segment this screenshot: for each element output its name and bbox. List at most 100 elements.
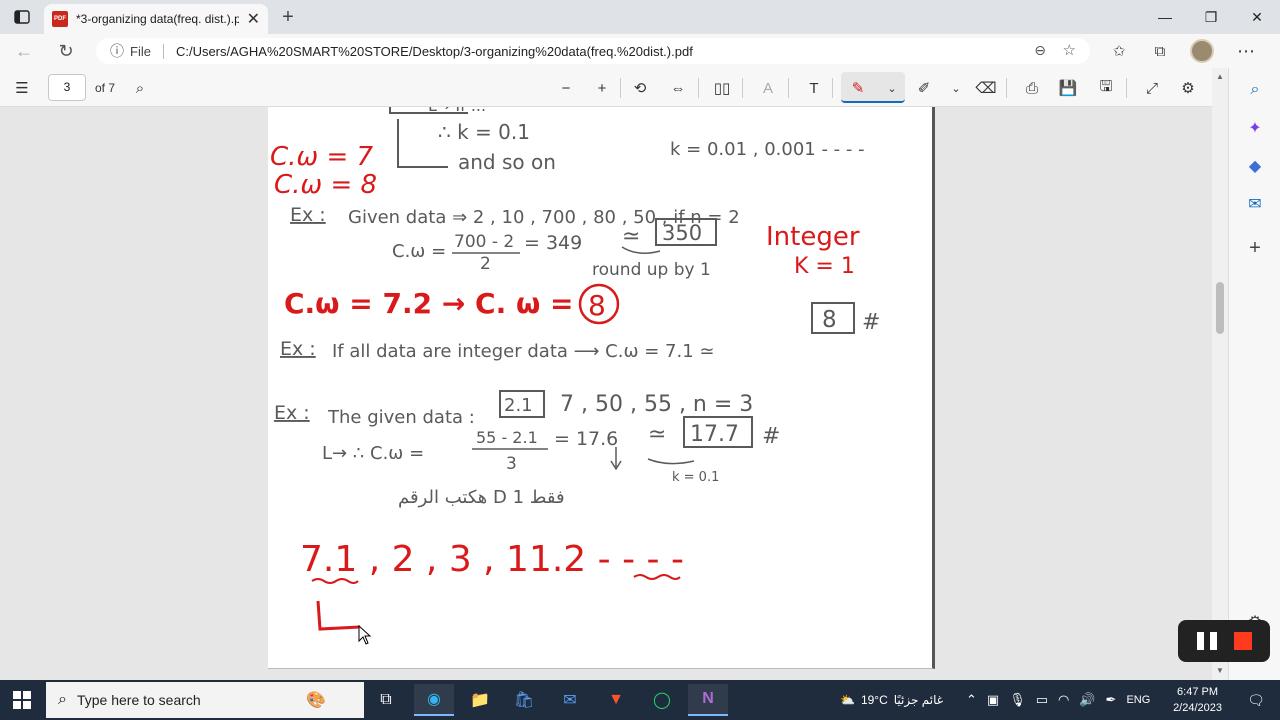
ex3-frac-num: 55 - 2.1 <box>476 428 538 447</box>
system-clock[interactable]: 6:47 PM 2/24/2023 <box>1173 684 1222 716</box>
fit-width-icon[interactable]: ⇔ <box>666 76 690 100</box>
ex1-note: round up by 1 <box>592 260 711 280</box>
battery-icon[interactable]: ▭ <box>1036 692 1048 708</box>
search-icon[interactable]: ⌕ <box>128 76 152 100</box>
eraser-icon[interactable]: ⌫ <box>974 76 998 100</box>
integer-label: Integer <box>766 222 860 252</box>
ex1-approx: ≃ <box>622 224 640 249</box>
scroll-up-icon[interactable]: ▲ <box>1212 70 1228 84</box>
scroll-down-icon[interactable]: ▼ <box>1212 664 1228 678</box>
zoom-icon[interactable]: ⊖ <box>1034 42 1046 59</box>
pdf-document-area: L→ If ... ∴ k = 0.1 and so on k = 0.01 ,… <box>0 107 1228 680</box>
ex3-text-a: The given data : <box>327 407 475 428</box>
edge-browser-icon[interactable]: ◉ <box>414 684 454 716</box>
url-field[interactable]: ⓘ File C:/Users/AGHA%20SMART%20STORE/Des… <box>96 38 1090 64</box>
search-placeholder: Type here to search <box>76 692 201 708</box>
volume-icon[interactable]: 🔊 <box>1079 692 1095 708</box>
save-as-icon[interactable]: 🖫 <box>1094 76 1118 100</box>
browser-tab[interactable]: PDF *3-organizing data(freq. dist.).pdf … <box>44 4 268 34</box>
back-button[interactable]: ← <box>10 39 38 63</box>
fullscreen-icon[interactable]: ⤢ <box>1140 76 1164 100</box>
title-bar: PDF *3-organizing data(freq. dist.).pdf … <box>0 0 1280 34</box>
ex3-boxed-value: 17.7 <box>690 422 739 447</box>
ex3-text-b: 7 , 50 , 55 , n = 3 <box>560 392 753 417</box>
read-aloud-icon[interactable]: A <box>756 76 780 100</box>
info-icon[interactable]: ⓘ <box>110 41 124 61</box>
ex3-k-note: k = 0.1 <box>672 470 719 485</box>
tab-close-icon[interactable]: ✕ <box>247 9 260 29</box>
widget-art-icon[interactable]: 🎨 <box>296 684 336 716</box>
highlight-icon[interactable]: ✐ <box>912 76 936 100</box>
ex1-calc-right: = 349 <box>524 232 582 254</box>
language-indicator[interactable]: ENG <box>1126 694 1150 706</box>
sidebar-search-icon[interactable]: ⌕ <box>1241 76 1269 104</box>
favorite-star-icon[interactable]: ☆ <box>1063 41 1076 59</box>
sidebar-shopping-icon[interactable]: ◆ <box>1241 152 1269 180</box>
microsoft-store-icon[interactable]: 🛍 <box>504 684 544 716</box>
screen-recorder-controls <box>1178 620 1270 662</box>
pdf-file-icon: PDF <box>52 11 68 27</box>
close-window-button[interactable]: ✕ <box>1234 0 1280 34</box>
microphone-icon[interactable]: 🎙 <box>1009 692 1026 708</box>
draw-options-chevron-icon[interactable]: ⌄ <box>880 76 904 100</box>
note-line3b: k = 0.01 , 0.001 - - - - <box>670 139 865 160</box>
note-line1: L→ If ... <box>428 107 486 115</box>
whatsapp-icon[interactable]: ◯ <box>642 684 682 716</box>
vertical-scrollbar[interactable]: ▲ ▼ <box>1212 68 1228 680</box>
stop-recording-button[interactable] <box>1233 632 1252 650</box>
url-text[interactable]: C:/Users/AGHA%20SMART%20STORE/Desktop/3-… <box>176 44 693 59</box>
windows-taskbar: ⌕ Type here to search 🎨 ⧉ ◉ 📁 🛍 ✉ ▼ ◯ N … <box>0 680 1280 720</box>
sidebar-copilot-icon[interactable]: ✦ <box>1241 114 1269 142</box>
network-icon[interactable]: ◠ <box>1058 692 1069 708</box>
restore-button[interactable]: ❐ <box>1188 0 1234 34</box>
onenote-icon[interactable]: N <box>688 684 728 716</box>
start-button[interactable] <box>8 686 36 714</box>
profile-avatar[interactable] <box>1190 39 1214 63</box>
rotate-icon[interactable]: ⟲ <box>628 76 652 100</box>
sidebar-add-icon[interactable]: + <box>1241 234 1269 262</box>
task-view-icon[interactable]: ⧉ <box>366 684 406 716</box>
brave-browser-icon[interactable]: ▼ <box>596 684 636 716</box>
ex2-text: If all data are integer data ⟶ C.ω = 7.1… <box>332 341 715 362</box>
file-explorer-icon[interactable]: 📁 <box>460 684 500 716</box>
favorites-icon[interactable]: ✩ <box>1105 39 1133 63</box>
weather-temperature[interactable]: 19°C <box>861 693 888 707</box>
arabic-note: هكتب الرقم D 1 فقط <box>398 487 565 508</box>
tab-title: *3-organizing data(freq. dist.).pdf <box>76 12 239 26</box>
save-icon[interactable]: 💾 <box>1056 76 1080 100</box>
ex3-calc-right: = 17.6 <box>554 428 618 450</box>
meet-now-icon[interactable]: ▣ <box>987 692 999 708</box>
pen-icon[interactable]: ✒ <box>1106 692 1117 708</box>
print-icon[interactable]: ⎙ <box>1020 76 1044 100</box>
zoom-out-icon[interactable]: − <box>554 76 578 100</box>
mail-icon[interactable]: ✉ <box>550 684 590 716</box>
contents-list-icon[interactable]: ☰ <box>10 76 34 100</box>
note-line3: and so on <box>458 150 556 174</box>
show-hidden-icons-icon[interactable]: ⌃ <box>966 692 977 708</box>
windows-logo-icon <box>13 691 31 709</box>
weather-description[interactable]: غائم جزئيًا <box>894 693 943 707</box>
sidebar-outlook-icon[interactable]: ✉ <box>1241 190 1269 218</box>
zoom-in-icon[interactable]: + <box>590 76 614 100</box>
edge-sidebar: ⌕ ✦ ◆ ✉ + ⚙ <box>1228 68 1280 680</box>
settings-gear-icon[interactable]: ⚙ <box>1176 76 1200 100</box>
scroll-thumb[interactable] <box>1216 282 1224 334</box>
add-text-icon[interactable]: T <box>802 76 826 100</box>
red-circled-value: 8 <box>588 289 606 322</box>
tab-actions-menu-icon[interactable] <box>8 6 36 28</box>
notifications-icon[interactable]: 🗨 <box>1244 688 1268 712</box>
ex1-boxed-value: 350 <box>662 221 702 245</box>
highlight-options-chevron-icon[interactable]: ⌄ <box>944 76 968 100</box>
pdf-page: L→ If ... ∴ k = 0.1 and so on k = 0.01 ,… <box>268 107 935 669</box>
url-scheme-label: File <box>130 43 164 59</box>
collections-icon[interactable]: ⧉ <box>1146 39 1174 63</box>
minimize-button[interactable]: — <box>1142 0 1188 34</box>
page-number-input[interactable]: 3 <box>48 74 86 101</box>
more-options-icon[interactable]: ⋯ <box>1232 39 1260 63</box>
red-cw8: C.ω = 8 <box>274 170 377 200</box>
new-tab-button[interactable]: + <box>276 6 300 28</box>
page-view-icon[interactable]: ▯▯ <box>710 76 734 100</box>
draw-pen-icon[interactable]: ✎ <box>846 76 870 100</box>
refresh-button[interactable]: ↻ <box>52 39 80 63</box>
pause-recording-button[interactable] <box>1196 632 1217 650</box>
